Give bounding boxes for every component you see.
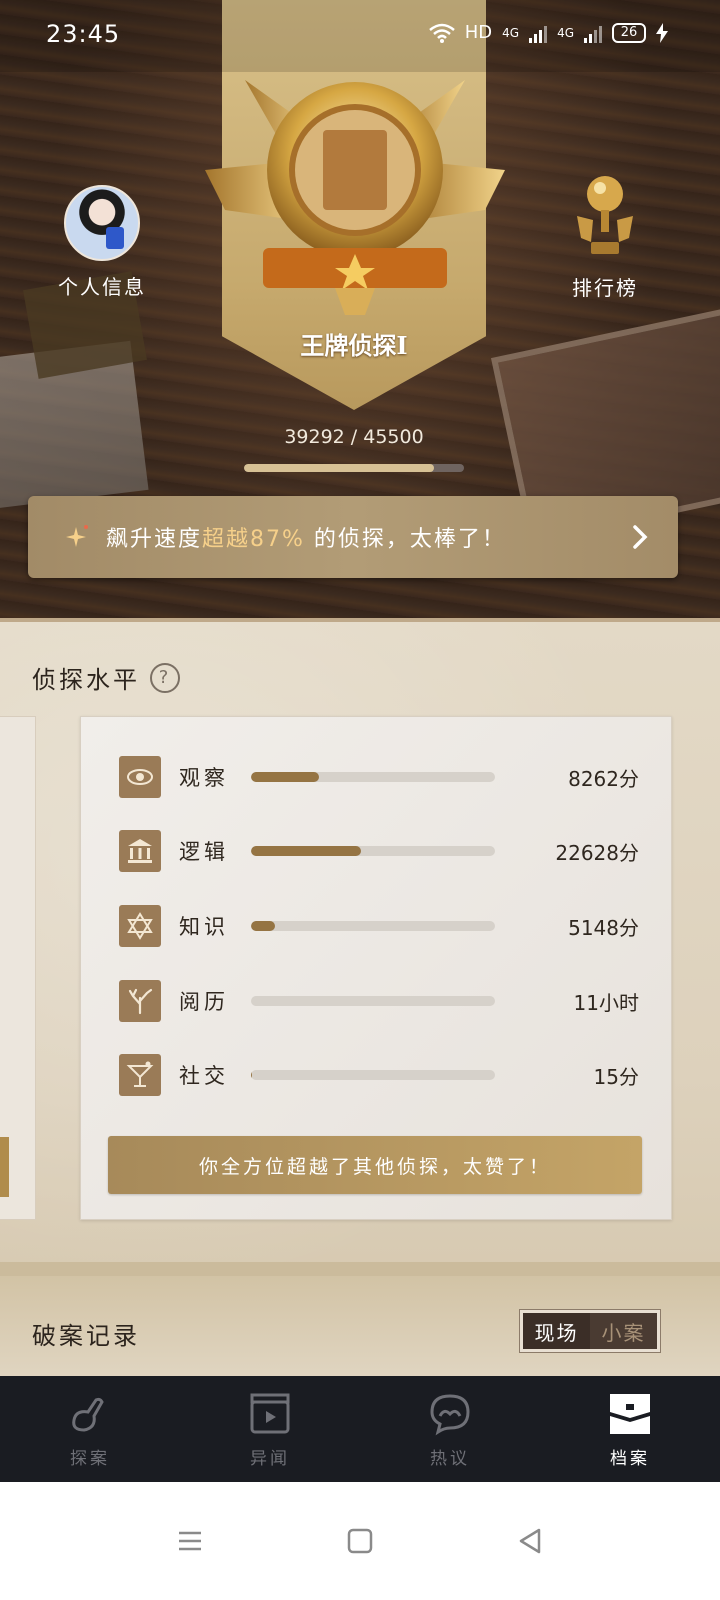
stat-row-logic: 逻辑 22628分 — [119, 829, 639, 873]
stat-row-social: 社交 15分 — [119, 1053, 639, 1097]
wifi-icon — [428, 23, 455, 43]
rank-title: 王牌侦探I — [300, 331, 408, 360]
temple-icon — [119, 830, 161, 872]
stat-progress-bar — [251, 1070, 495, 1080]
system-nav-bar — [0, 1482, 720, 1600]
nav-item-archive[interactable]: 档案 — [540, 1376, 720, 1482]
trophy-icon — [577, 176, 633, 254]
stat-name: 逻辑 — [179, 840, 229, 864]
stat-name: 社交 — [179, 1064, 229, 1088]
back-button[interactable] — [445, 1511, 615, 1571]
hero-section: 王牌侦探I 39292 / 45500 个人信息 排行榜 23:45 HD 4G… — [0, 0, 720, 640]
stat-value: 8262分 — [568, 766, 639, 791]
nav-label: 探案 — [70, 1448, 110, 1469]
nav-item-discuss[interactable]: 热议 — [360, 1376, 540, 1482]
card-tab — [0, 1137, 9, 1197]
stat-progress-fill — [251, 921, 276, 931]
stat-value: 11小时 — [573, 990, 639, 1015]
stat-progress-fill — [251, 1070, 253, 1080]
nav-label: 异闻 — [250, 1448, 290, 1469]
back-icon — [519, 1528, 541, 1554]
stat-progress-fill — [251, 772, 320, 782]
profile-button[interactable]: 个人信息 — [52, 185, 152, 300]
exp-progress-fill — [244, 464, 434, 472]
records-toggle[interactable]: 现场 小案 — [520, 1310, 660, 1352]
stat-name: 知识 — [179, 915, 229, 939]
previous-card[interactable] — [0, 716, 36, 1220]
nav-item-explore[interactable]: 探案 — [0, 1376, 180, 1482]
nav-label: 档案 — [610, 1448, 650, 1469]
menu-icon — [179, 1531, 201, 1551]
stat-progress-bar — [251, 996, 495, 1006]
rank-badge-icon — [205, 80, 505, 315]
stat-row-observation: 观察 8262分 — [119, 755, 639, 799]
exp-progress-bar — [244, 464, 464, 472]
speed-highlight: 超越87% — [202, 527, 305, 552]
leaderboard-label: 排行榜 — [572, 276, 638, 300]
speed-suffix: 的侦探，太棒了！ — [304, 527, 506, 552]
case-records-title: 破案记录 — [32, 1322, 140, 1350]
home-icon — [347, 1528, 373, 1554]
stat-progress-bar — [251, 921, 495, 931]
speed-banner[interactable]: 飙升速度超越87% 的侦探，太棒了！ — [28, 496, 678, 578]
speed-text: 飙升速度超越87% 的侦探，太棒了！ — [106, 521, 506, 553]
leaderboard-button[interactable]: 排行榜 — [562, 172, 648, 301]
stat-progress-fill — [251, 846, 361, 856]
eye-icon — [119, 756, 161, 798]
magnifier-icon — [72, 1397, 104, 1432]
status-bar: 23:45 HD 4G 4G 26 — [0, 0, 720, 72]
toggle-scene[interactable]: 现场 — [523, 1313, 590, 1349]
clapperboard-icon — [250, 1393, 290, 1433]
stat-progress-bar — [251, 846, 495, 856]
speed-prefix: 飙升速度 — [106, 527, 203, 552]
summary-banner[interactable]: 你全方位超越了其他侦探，太赞了！ — [108, 1136, 642, 1194]
signal-icon — [584, 23, 602, 43]
stat-value: 22628分 — [555, 840, 639, 865]
stat-value: 5148分 — [568, 915, 639, 940]
nav-item-stories[interactable]: 异闻 — [180, 1376, 360, 1482]
exp-progress-text: 39292 / 45500 — [284, 426, 424, 448]
avatar — [64, 185, 140, 261]
menu-button[interactable] — [105, 1511, 275, 1571]
nav-label: 热议 — [430, 1448, 470, 1469]
toggle-small-case[interactable]: 小案 — [590, 1313, 657, 1349]
profile-label: 个人信息 — [58, 275, 146, 299]
status-time: 23:45 — [46, 20, 121, 48]
stat-row-experience: 阅历 11小时 — [119, 979, 639, 1023]
sim1-type: 4G — [502, 25, 520, 40]
archive-icon — [610, 1393, 650, 1434]
home-button[interactable] — [275, 1511, 445, 1571]
signal-icon — [529, 23, 548, 43]
detective-level-title: 侦探水平 ? — [32, 660, 180, 695]
chat-bubble-icon — [430, 1393, 470, 1435]
sparkle-icon — [66, 525, 88, 547]
level-title-text: 侦探水平 — [32, 666, 140, 694]
help-icon[interactable]: ? — [150, 662, 180, 693]
stat-value: 15分 — [593, 1064, 639, 1089]
stat-row-knowledge: 知识 5148分 — [119, 904, 639, 948]
branch-icon — [119, 980, 161, 1022]
sim2-type: 4G — [557, 25, 574, 40]
battery-icon: 26 — [612, 22, 646, 43]
stat-name: 阅历 — [179, 990, 229, 1014]
star-of-david-icon — [119, 905, 161, 947]
network-type: HD — [464, 22, 493, 43]
stat-name: 观察 — [179, 766, 229, 790]
chevron-right-icon — [633, 525, 648, 549]
bottom-nav: 探案 异闻 热议 档案 — [0, 1376, 720, 1482]
status-icons: HD 4G 4G 26 — [428, 22, 668, 43]
charging-icon — [656, 22, 668, 43]
stat-progress-bar — [251, 772, 495, 782]
cocktail-icon — [119, 1054, 161, 1096]
